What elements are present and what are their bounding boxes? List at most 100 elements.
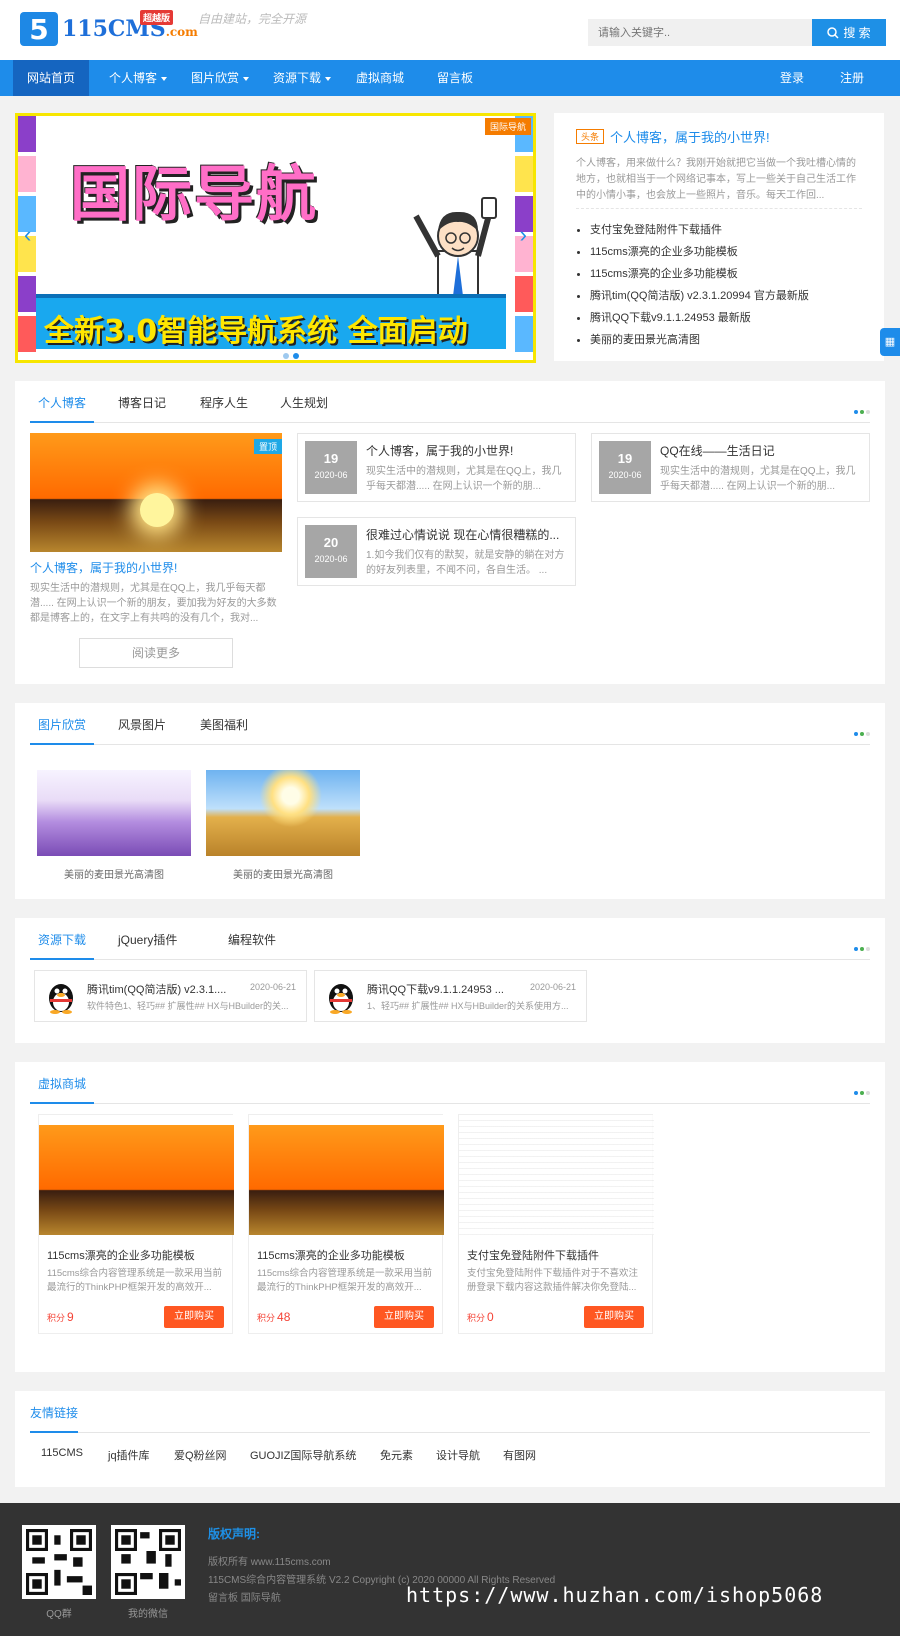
list-item[interactable]: 腾讯QQ下载v9.1.1.24953 最新版	[576, 307, 862, 329]
buy-button[interactable]: 立即购买	[374, 1306, 434, 1328]
download-title[interactable]: 腾讯tim(QQ简洁版) v2.3.1....	[87, 981, 226, 997]
download-title[interactable]: 腾讯QQ下载v9.1.1.24953 ...	[367, 981, 504, 997]
logo-domain: .com	[165, 25, 198, 39]
tab-shop[interactable]: 虚拟商城	[30, 1072, 95, 1104]
qr-caption: QQ群	[46, 1609, 72, 1620]
qq-penguin-icon	[49, 984, 73, 1014]
footer-links[interactable]: 留言板 国际导航	[208, 1589, 281, 1604]
site-logo[interactable]: 5 115CMS.com 超越版	[20, 10, 198, 46]
more-icon[interactable]	[852, 725, 870, 739]
product-card[interactable]: 115cms漂亮的企业多功能模板 115cms综合内容管理系统是一款采用当前最流…	[38, 1114, 234, 1334]
login-link[interactable]: 登录	[772, 60, 812, 96]
copyright-title: 版权声明:	[208, 1527, 260, 1541]
shop-section: 虚拟商城 115cms漂亮的企业多功能模板 115cms综合内容管理系统是一款采…	[15, 1062, 885, 1372]
tab-pictures[interactable]: 图片欣赏	[30, 713, 95, 745]
headline-list: 支付宝免登陆附件下载插件 115cms漂亮的企业多功能模板 115cms漂亮的企…	[576, 219, 862, 351]
shop-tabs: 虚拟商城	[30, 1072, 870, 1104]
post-card[interactable]: 20 2020-06 很难过心情说说 现在心情很糟糕的... 1.如今我们仅有的默…	[297, 517, 576, 586]
nav-blog[interactable]: 个人博客	[101, 60, 175, 96]
chevron-down-icon	[161, 76, 167, 81]
buy-button[interactable]: 立即购买	[584, 1306, 644, 1328]
headline-title[interactable]: 个人博客，属于我的小世界!	[610, 130, 770, 145]
download-item[interactable]: 腾讯tim(QQ简洁版) v2.3.1.... 2020-06-21 软件特色1…	[34, 970, 307, 1022]
logo-mark: 5	[20, 12, 58, 46]
link-youtu[interactable]: 有图网	[503, 1447, 536, 1463]
list-item[interactable]: 115cms漂亮的企业多功能模板	[576, 241, 862, 263]
tab-personal-blog[interactable]: 个人博客	[30, 391, 95, 423]
featured-desc: 现实生活中的潜规则，尤其是在QQ上，我几乎每天都潜..... 在网上认识一个新的…	[30, 583, 277, 624]
picture-item[interactable]: 美丽的麦田景光高清图	[206, 770, 360, 881]
product-image	[39, 1115, 234, 1235]
product-card[interactable]: 支付宝免登陆附件下载插件 支付宝免登陆附件下载插件对于不喜欢注册登录下载内容这款…	[458, 1114, 654, 1334]
chevron-down-icon	[325, 76, 331, 81]
downloads-section: 资源下载 jQuery插件 编程软件 腾讯tim(QQ简洁版) v2.3.1..…	[15, 918, 885, 1043]
register-link[interactable]: 注册	[832, 60, 872, 96]
list-item[interactable]: 支付宝免登陆附件下载插件	[576, 219, 862, 241]
list-item[interactable]: 腾讯tim(QQ简洁版) v2.3.1.20994 官方最新版	[576, 285, 862, 307]
post-desc: 现实生活中的潜规则，尤其是在QQ上，我几乎每天都潜..... 在网上认识一个新的…	[660, 466, 856, 492]
picture-item[interactable]: 美丽的麦田景光高清图	[37, 770, 191, 881]
date-badge: 20 2020-06	[305, 525, 357, 578]
download-date: 2020-06-21	[249, 982, 296, 992]
pictures-section: 图片欣赏 风景图片 美图福利 美丽的麦田景光高清图 美丽的麦田景光高清图	[15, 703, 885, 899]
search-button[interactable]: 搜 索	[812, 19, 886, 46]
more-icon[interactable]	[852, 940, 870, 954]
banner-slider[interactable]: 国际导航 全新3.0智能导航系统 全面启动 国际导航 ‹ ›	[15, 113, 536, 363]
chevron-right-icon[interactable]: ›	[520, 222, 527, 248]
link-mianyuansu[interactable]: 免元素	[380, 1447, 413, 1463]
product-title[interactable]: 115cms漂亮的企业多功能模板	[257, 1247, 405, 1263]
nav-shop[interactable]: 虚拟商城	[345, 60, 415, 96]
post-title[interactable]: 个人博客，属于我的小世界!	[366, 442, 566, 459]
featured-image[interactable]: 置顶	[30, 433, 282, 552]
download-item[interactable]: 腾讯QQ下载v9.1.1.24953 ... 2020-06-21 1、轻巧##…	[314, 970, 587, 1022]
tab-blog-diary[interactable]: 博客日记	[118, 391, 166, 423]
link-jq[interactable]: jq插件库	[108, 1447, 150, 1463]
footer: QQ群 我的微信 版权声明: 版权所有 www.115cms.com 115CM…	[0, 1503, 900, 1636]
tab-landscape[interactable]: 风景图片	[118, 713, 166, 745]
list-item[interactable]: 美丽的麦田景光高清图	[576, 329, 862, 351]
banner-subtitle: 全新3.0智能导航系统 全面启动	[44, 314, 468, 349]
read-more-button[interactable]: 阅读更多	[79, 638, 233, 668]
banner-tag: 国际导航	[484, 118, 531, 135]
nav-downloads[interactable]: 资源下载	[265, 60, 339, 96]
nav-home[interactable]: 网站首页	[13, 60, 89, 96]
slider-dots[interactable]	[283, 348, 303, 360]
chevron-left-icon[interactable]: ‹	[24, 222, 31, 248]
search-input[interactable]	[588, 19, 812, 46]
grid-icon[interactable]: ▦	[880, 328, 900, 356]
links-title: 友情链接	[30, 1401, 79, 1433]
link-aiq[interactable]: 爱Q粉丝网	[174, 1447, 227, 1463]
product-title[interactable]: 支付宝免登陆附件下载插件	[467, 1247, 599, 1263]
link-guojiz[interactable]: GUOJIZ国际导航系统	[250, 1447, 356, 1463]
list-item[interactable]: 115cms漂亮的企业多功能模板	[576, 263, 862, 285]
link-design-nav[interactable]: 设计导航	[436, 1447, 480, 1463]
copyright-line: 版权所有 www.115cms.com	[208, 1557, 331, 1568]
product-image	[249, 1115, 444, 1235]
nav-pictures[interactable]: 图片欣赏	[183, 60, 257, 96]
featured-title[interactable]: 个人博客，属于我的小世界!	[30, 559, 177, 576]
tab-jquery[interactable]: jQuery插件	[118, 928, 177, 960]
more-icon[interactable]	[852, 1084, 870, 1098]
more-icon[interactable]	[852, 403, 870, 417]
product-points: 积分 9	[47, 1310, 74, 1324]
post-title[interactable]: QQ在线——生活日记	[660, 442, 860, 459]
product-card[interactable]: 115cms漂亮的企业多功能模板 115cms综合内容管理系统是一款采用当前最流…	[248, 1114, 444, 1334]
tab-downloads[interactable]: 资源下载	[30, 928, 95, 960]
tab-beauty[interactable]: 美图福利	[200, 713, 248, 745]
buy-button[interactable]: 立即购买	[164, 1306, 224, 1328]
link-115cms[interactable]: 115CMS	[41, 1447, 83, 1459]
qr-caption: 我的微信	[128, 1609, 168, 1620]
nav-guestbook[interactable]: 留言板	[425, 60, 485, 96]
post-title[interactable]: 很难过心情说说 现在心情很糟糕的...	[366, 526, 566, 543]
post-card[interactable]: 19 2020-06 个人博客，属于我的小世界! 现实生活中的潜规则，尤其是在QQ…	[297, 433, 576, 502]
tab-programming[interactable]: 程序人生	[200, 391, 248, 423]
product-title[interactable]: 115cms漂亮的企业多功能模板	[47, 1247, 195, 1263]
tab-software[interactable]: 编程软件	[228, 928, 276, 960]
watermark: https://www.huzhan.com/ishop5068	[406, 1583, 824, 1607]
logo-badge: 超越版	[140, 10, 174, 25]
picture-tabs: 图片欣赏 风景图片 美图福利	[30, 713, 870, 745]
search-button-label: 搜 索	[843, 26, 871, 40]
lavender-image	[37, 770, 191, 856]
post-card[interactable]: 19 2020-06 QQ在线——生活日记 现实生活中的潜规则，尤其是在QQ上，我…	[591, 433, 870, 502]
tab-life-plan[interactable]: 人生规划	[280, 391, 328, 423]
